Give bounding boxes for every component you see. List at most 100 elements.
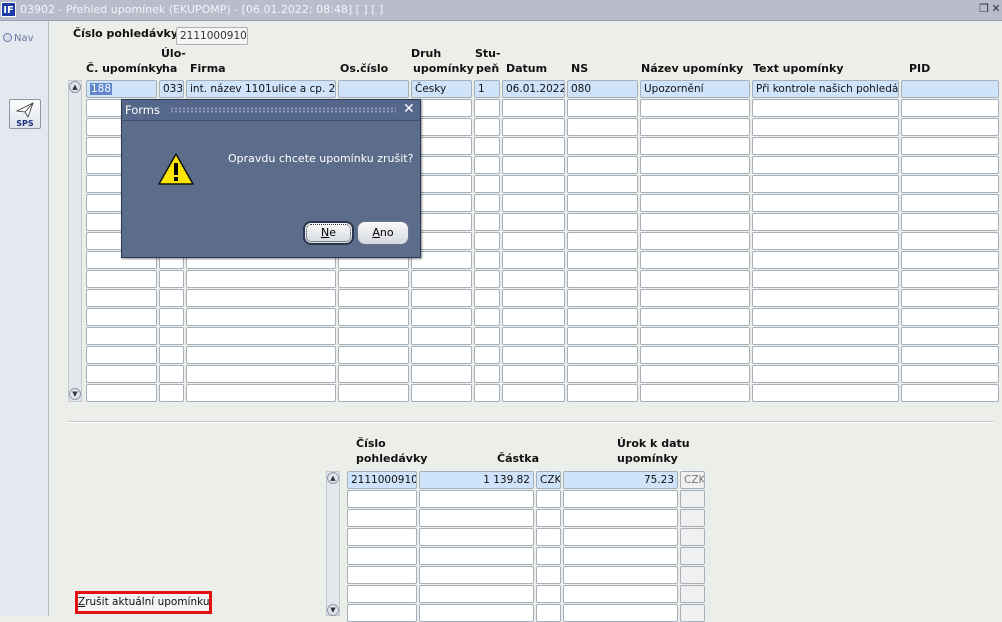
empty-cell[interactable] xyxy=(567,308,638,326)
empty-cell[interactable] xyxy=(567,194,638,212)
empty-cell[interactable] xyxy=(752,213,899,231)
empty-cell[interactable] xyxy=(640,270,750,288)
empty-cell[interactable] xyxy=(186,289,336,307)
empty-cell[interactable] xyxy=(338,289,409,307)
empty-cell[interactable] xyxy=(411,270,472,288)
empty-cell[interactable] xyxy=(86,346,157,364)
empty-cell[interactable] xyxy=(640,175,750,193)
empty-cell[interactable] xyxy=(474,175,500,193)
empty-cell[interactable] xyxy=(186,365,336,383)
cell-stupen[interactable]: 1 xyxy=(474,80,500,98)
empty-cell[interactable] xyxy=(474,365,500,383)
empty-cell[interactable] xyxy=(338,384,409,402)
empty-cell[interactable] xyxy=(567,175,638,193)
cell-c-upominky[interactable]: 188 xyxy=(86,80,157,98)
empty-cell[interactable] xyxy=(502,232,565,250)
empty-cell[interactable] xyxy=(901,213,999,231)
empty-cell[interactable] xyxy=(752,175,899,193)
empty-cell[interactable] xyxy=(347,566,417,584)
empty-cell[interactable] xyxy=(502,137,565,155)
cell-ns[interactable]: 080 xyxy=(567,80,638,98)
empty-cell[interactable] xyxy=(536,528,561,546)
empty-cell[interactable] xyxy=(536,547,561,565)
empty-cell[interactable] xyxy=(411,327,472,345)
empty-cell[interactable] xyxy=(752,365,899,383)
empty-cell[interactable] xyxy=(567,232,638,250)
empty-cell[interactable] xyxy=(186,346,336,364)
empty-cell[interactable] xyxy=(640,308,750,326)
empty-cell[interactable] xyxy=(338,346,409,364)
empty-cell[interactable] xyxy=(901,365,999,383)
empty-cell[interactable] xyxy=(502,118,565,136)
empty-cell[interactable] xyxy=(502,175,565,193)
empty-cell[interactable] xyxy=(159,384,184,402)
empty-cell[interactable] xyxy=(419,585,534,603)
empty-cell[interactable] xyxy=(347,528,417,546)
scroll-down-icon[interactable]: ▼ xyxy=(69,388,81,400)
empty-cell[interactable] xyxy=(502,213,565,231)
empty-cell[interactable] xyxy=(159,308,184,326)
empty-cell[interactable] xyxy=(419,490,534,508)
empty-cell[interactable] xyxy=(640,365,750,383)
nav-radio[interactable]: Nav xyxy=(3,33,34,44)
empty-cell[interactable] xyxy=(563,509,678,527)
sps-button[interactable]: SPS xyxy=(9,99,41,129)
empty-cell[interactable] xyxy=(901,156,999,174)
restore-window-icon[interactable]: ❐ xyxy=(978,2,990,16)
cell-urok[interactable]: 75.23 xyxy=(563,471,678,489)
empty-cell[interactable] xyxy=(502,346,565,364)
lower-scrollbar[interactable] xyxy=(326,471,340,616)
empty-cell[interactable] xyxy=(474,384,500,402)
empty-cell[interactable] xyxy=(419,566,534,584)
cell-datum[interactable]: 06.01.2022 xyxy=(502,80,565,98)
empty-cell[interactable] xyxy=(338,365,409,383)
empty-cell[interactable] xyxy=(640,118,750,136)
empty-cell[interactable] xyxy=(752,99,899,117)
empty-cell[interactable] xyxy=(567,213,638,231)
empty-cell[interactable] xyxy=(347,585,417,603)
empty-cell[interactable] xyxy=(536,604,561,622)
empty-cell[interactable] xyxy=(86,289,157,307)
cell-mena[interactable]: CZK xyxy=(536,471,561,489)
cell-nazev[interactable]: Upozornění xyxy=(640,80,750,98)
empty-cell[interactable] xyxy=(752,270,899,288)
empty-cell[interactable] xyxy=(474,251,500,269)
empty-cell[interactable] xyxy=(86,384,157,402)
empty-cell[interactable] xyxy=(752,251,899,269)
empty-cell[interactable] xyxy=(752,137,899,155)
empty-cell[interactable] xyxy=(752,327,899,345)
empty-cell[interactable] xyxy=(901,289,999,307)
empty-cell[interactable] xyxy=(502,365,565,383)
empty-cell[interactable] xyxy=(567,346,638,364)
empty-cell[interactable] xyxy=(536,585,561,603)
empty-cell[interactable] xyxy=(474,327,500,345)
empty-cell[interactable] xyxy=(752,346,899,364)
cell-castka[interactable]: 1 139.82 xyxy=(419,471,534,489)
empty-cell[interactable] xyxy=(338,327,409,345)
empty-cell[interactable] xyxy=(567,289,638,307)
empty-cell[interactable] xyxy=(347,547,417,565)
empty-cell[interactable] xyxy=(567,251,638,269)
empty-cell[interactable] xyxy=(640,251,750,269)
empty-cell[interactable] xyxy=(901,308,999,326)
empty-cell[interactable] xyxy=(474,289,500,307)
cancel-reminder-button[interactable]: Zrušit aktuální upomínku xyxy=(75,591,212,614)
empty-cell[interactable] xyxy=(159,327,184,345)
empty-cell[interactable] xyxy=(563,547,678,565)
empty-cell[interactable] xyxy=(502,327,565,345)
dialog-title-bar[interactable]: Forms ✕ xyxy=(122,100,420,121)
empty-cell[interactable] xyxy=(752,232,899,250)
empty-cell[interactable] xyxy=(411,308,472,326)
dialog-no-button[interactable]: Ne xyxy=(303,221,354,245)
empty-cell[interactable] xyxy=(411,289,472,307)
empty-cell[interactable] xyxy=(901,327,999,345)
empty-cell[interactable] xyxy=(159,289,184,307)
empty-cell[interactable] xyxy=(474,232,500,250)
empty-cell[interactable] xyxy=(640,289,750,307)
empty-cell[interactable] xyxy=(502,308,565,326)
empty-cell[interactable] xyxy=(567,99,638,117)
upper-scrollbar[interactable] xyxy=(68,80,82,402)
empty-cell[interactable] xyxy=(502,251,565,269)
empty-cell[interactable] xyxy=(419,528,534,546)
empty-cell[interactable] xyxy=(563,566,678,584)
